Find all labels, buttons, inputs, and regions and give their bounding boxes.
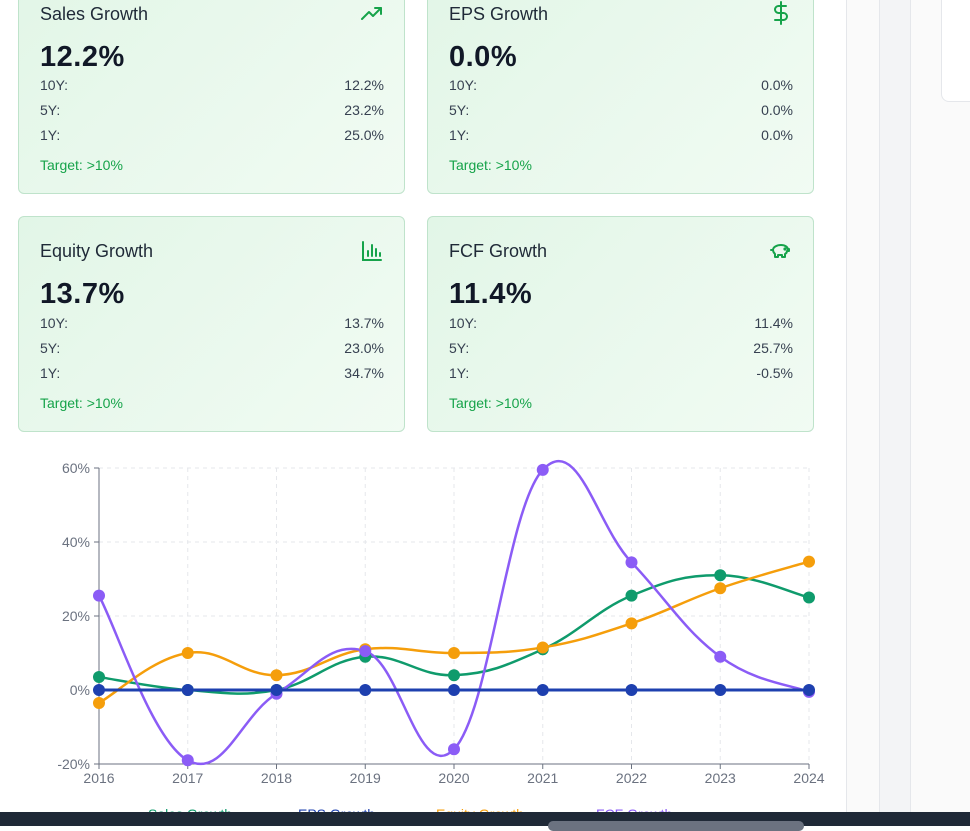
y-tick-label: 60% xyxy=(62,460,90,476)
right-sidebar xyxy=(846,0,970,812)
card-title: Equity Growth xyxy=(40,241,154,261)
row-label: 1Y: xyxy=(449,365,470,381)
row-value: 12.2% xyxy=(344,77,384,93)
sales-growth-point xyxy=(714,569,727,582)
eps-growth-point xyxy=(625,684,638,696)
row-value: 0.0% xyxy=(761,127,793,143)
target-label: Target: >10% xyxy=(449,157,532,173)
row-label: 5Y: xyxy=(40,102,61,118)
row-value: 34.7% xyxy=(344,365,384,381)
eps-growth-point xyxy=(536,684,549,696)
x-tick-label: 2021 xyxy=(527,770,558,786)
eps-growth-point xyxy=(181,684,194,696)
sales-growth-point xyxy=(625,589,638,602)
row-label: 10Y: xyxy=(40,77,69,93)
bottom-bar xyxy=(0,812,970,831)
equity-growth-point xyxy=(536,641,549,654)
row-value: 23.2% xyxy=(344,102,384,118)
row-label: 5Y: xyxy=(40,340,61,356)
x-tick-label: 2022 xyxy=(616,770,647,786)
eps-growth-point xyxy=(803,684,815,696)
row-value: 13.7% xyxy=(344,315,384,331)
x-tick-label: 2019 xyxy=(350,770,381,786)
equity-growth-card: Equity Growth 13.7% 10Y: 13.7% 5Y: 23.0% 1… xyxy=(18,216,405,432)
row-label: 10Y: xyxy=(40,315,69,331)
sales-growth-point xyxy=(803,591,815,604)
x-tick-label: 2024 xyxy=(793,770,824,786)
row-value: 0.0% xyxy=(761,77,793,93)
eps-growth-point xyxy=(714,684,727,696)
side-card xyxy=(941,0,970,102)
fcf-growth-point xyxy=(181,754,194,767)
row-label: 10Y: xyxy=(449,77,478,93)
equity-growth-point xyxy=(448,647,460,659)
fcf-growth-point xyxy=(625,556,638,569)
fcf-growth-point xyxy=(93,589,105,602)
row-value: 25.0% xyxy=(344,127,384,143)
row-label: 10Y: xyxy=(449,315,478,331)
target-label: Target: >10% xyxy=(40,157,123,173)
equity-growth-point xyxy=(625,617,638,630)
eps-growth-card: EPS Growth 0.0% 10Y: 0.0% 5Y: 0.0% 1Y: 0.0%… xyxy=(427,0,814,194)
sales-growth-point xyxy=(448,669,460,682)
card-value: 0.0% xyxy=(449,41,518,73)
equity-growth-point xyxy=(714,582,727,595)
row-value: 25.7% xyxy=(753,340,793,356)
equity-growth-point xyxy=(270,669,283,682)
eps-growth-point xyxy=(270,684,283,696)
row-value: 0.0% xyxy=(761,102,793,118)
card-value: 11.4% xyxy=(449,278,533,310)
scrollbar-thumb[interactable] xyxy=(548,821,804,831)
y-tick-label: 20% xyxy=(62,608,90,624)
row-label: 5Y: xyxy=(449,102,470,118)
trending-up-icon xyxy=(361,7,382,20)
fcf-growth-point xyxy=(448,743,460,756)
card-value: 13.7% xyxy=(40,278,125,310)
target-label: Target: >10% xyxy=(449,395,532,411)
x-tick-label: 2016 xyxy=(83,770,114,786)
bar-chart-icon xyxy=(362,241,382,261)
equity-growth-point xyxy=(93,696,105,709)
target-label: Target: >10% xyxy=(40,395,123,411)
fcf-growth-point xyxy=(714,650,727,663)
fcf-growth-point xyxy=(536,463,549,476)
row-label: 1Y: xyxy=(40,365,61,381)
x-tick-label: 2020 xyxy=(438,770,469,786)
x-tick-label: 2023 xyxy=(705,770,736,786)
row-label: 1Y: xyxy=(449,127,470,143)
card-title: Sales Growth xyxy=(40,4,149,24)
row-value: 23.0% xyxy=(344,340,384,356)
sales-growth-point xyxy=(93,671,105,684)
card-value: 12.2% xyxy=(40,41,125,73)
y-tick-label: 40% xyxy=(62,534,90,550)
fcf-growth-point xyxy=(359,645,372,658)
equity-growth-point xyxy=(803,555,815,568)
growth-line-chart: -20%0%20%40%60%2016 2017 2018 2019 2020 2021 2… xyxy=(57,460,824,786)
row-value: -0.5% xyxy=(756,365,793,381)
equity-growth-point xyxy=(181,647,194,659)
scroll-track[interactable] xyxy=(879,0,911,812)
y-tick-label: 0% xyxy=(70,682,90,698)
x-tick-label: 2018 xyxy=(261,770,292,786)
piggy-bank-icon xyxy=(770,244,790,258)
card-title: FCF Growth xyxy=(449,241,548,261)
eps-growth-point xyxy=(359,684,372,696)
card-title: EPS Growth xyxy=(449,4,549,24)
fcf-growth-card: FCF Growth 11.4% 10Y: 11.4% 5Y: 25.7% 1Y: -… xyxy=(427,216,814,432)
row-value: 11.4% xyxy=(754,315,793,331)
x-tick-label: 2017 xyxy=(172,770,203,786)
row-label: 1Y: xyxy=(40,127,61,143)
eps-growth-point xyxy=(448,684,460,696)
dollar-icon xyxy=(774,1,788,25)
row-label: 5Y: xyxy=(449,340,470,356)
sales-growth-card: Sales Growth 12.2% 10Y: 12.2% 5Y: 23.2% 1Y… xyxy=(18,0,405,194)
eps-growth-point xyxy=(93,684,105,696)
